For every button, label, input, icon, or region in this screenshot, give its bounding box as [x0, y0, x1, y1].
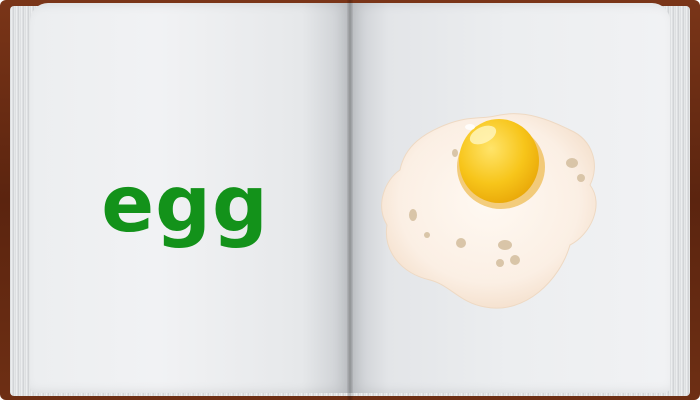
book-scene: egg [0, 0, 700, 400]
book-spine [347, 0, 353, 400]
vocabulary-word: egg [101, 160, 269, 250]
egg-yolk [459, 119, 539, 203]
fried-egg-icon [381, 113, 597, 309]
